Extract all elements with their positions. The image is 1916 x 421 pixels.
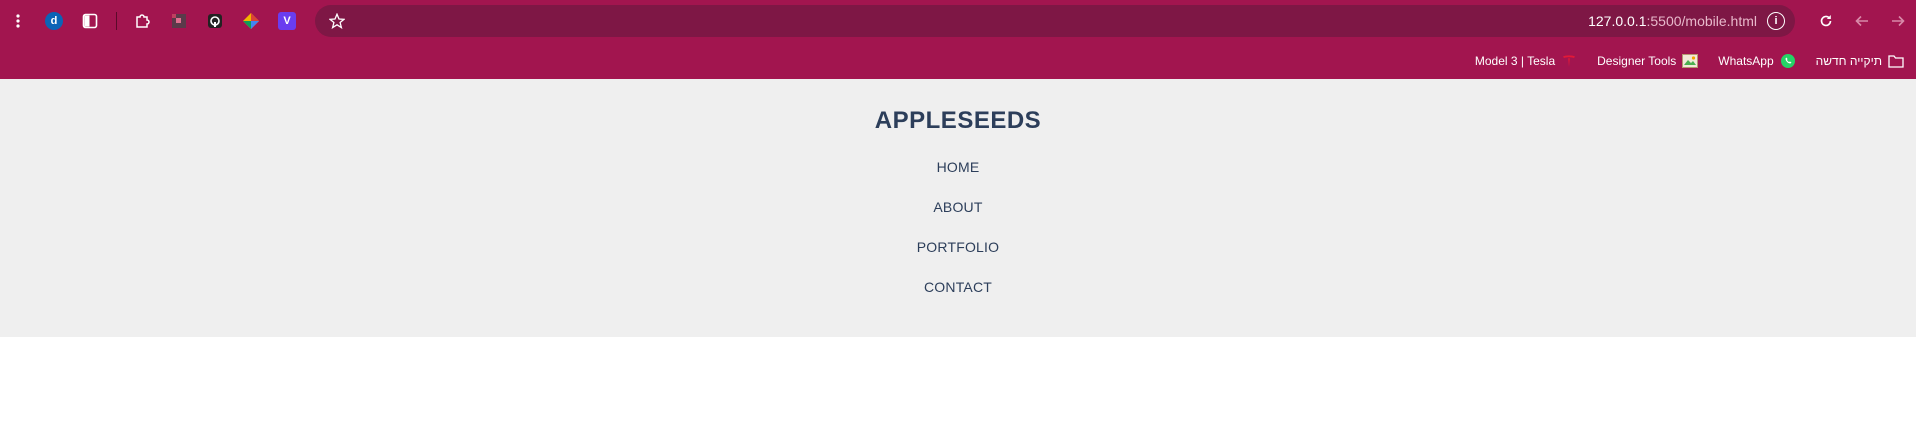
- nav-contact[interactable]: CONTACT: [858, 277, 1058, 317]
- site-info-icon[interactable]: i: [1767, 12, 1785, 30]
- extension-v-icon[interactable]: V: [269, 0, 305, 42]
- extension-colorwheel-icon[interactable]: [233, 0, 269, 42]
- browser-toolbar: d V 127.0.0.1:5500/mobile.html i: [0, 0, 1916, 42]
- main-nav: HOME ABOUT PORTFOLIO CONTACT: [0, 157, 1916, 317]
- toolbar-left: d V: [0, 0, 305, 42]
- site-header: APPLESEEDS HOME ABOUT PORTFOLIO CONTACT: [0, 79, 1916, 337]
- address-bar[interactable]: 127.0.0.1:5500/mobile.html i: [315, 5, 1795, 37]
- tesla-icon: [1561, 53, 1577, 69]
- menu-kebab-icon[interactable]: [0, 0, 36, 42]
- extensions-puzzle-icon[interactable]: [125, 0, 161, 42]
- nav-portfolio[interactable]: PORTFOLIO: [858, 237, 1058, 277]
- bookmark-label: WhatsApp: [1718, 53, 1774, 68]
- url-path: :5500/mobile.html: [1646, 13, 1757, 29]
- back-arrow-icon[interactable]: [1844, 0, 1880, 42]
- forward-arrow-icon[interactable]: [1880, 0, 1916, 42]
- bookmark-tesla[interactable]: Model 3 | Tesla: [1475, 53, 1577, 69]
- bookmarks-list: תיקייה חדשה WhatsApp Designer Tools Mode…: [1475, 42, 1904, 79]
- reload-icon[interactable]: [1808, 0, 1844, 42]
- bookmark-new-folder[interactable]: תיקייה חדשה: [1816, 53, 1904, 69]
- folder-icon: [1888, 53, 1904, 69]
- toolbar-divider: [116, 12, 117, 30]
- bookmark-label: Designer Tools: [1597, 53, 1677, 68]
- page-body: [0, 337, 1916, 421]
- extension-grid-icon[interactable]: [161, 0, 197, 42]
- site-title: APPLESEEDS: [874, 107, 1042, 134]
- profile-avatar[interactable]: d: [36, 0, 72, 42]
- bookmarks-bar: תיקייה חדשה WhatsApp Designer Tools Mode…: [0, 42, 1916, 79]
- extension-color-picker-icon[interactable]: [197, 0, 233, 42]
- nav-about[interactable]: ABOUT: [858, 197, 1058, 237]
- sidebar-toggle-icon[interactable]: [72, 0, 108, 42]
- bookmark-designer-tools[interactable]: Designer Tools: [1597, 53, 1699, 69]
- bookmark-label: תיקייה חדשה: [1815, 53, 1882, 68]
- bookmark-label: Model 3 | Tesla: [1474, 53, 1556, 68]
- bookmark-star-icon[interactable]: [327, 11, 347, 31]
- toolbar-right: [1808, 0, 1916, 42]
- designer-tools-icon: [1682, 53, 1699, 69]
- bookmark-whatsapp[interactable]: WhatsApp: [1718, 53, 1795, 69]
- url-host: 127.0.0.1: [1588, 13, 1647, 29]
- url-text[interactable]: 127.0.0.1:5500/mobile.html: [1588, 13, 1757, 29]
- profile-d-icon: d: [45, 12, 63, 30]
- extension-v-badge: V: [278, 12, 296, 30]
- nav-home[interactable]: HOME: [858, 157, 1058, 197]
- whatsapp-icon: [1780, 53, 1796, 69]
